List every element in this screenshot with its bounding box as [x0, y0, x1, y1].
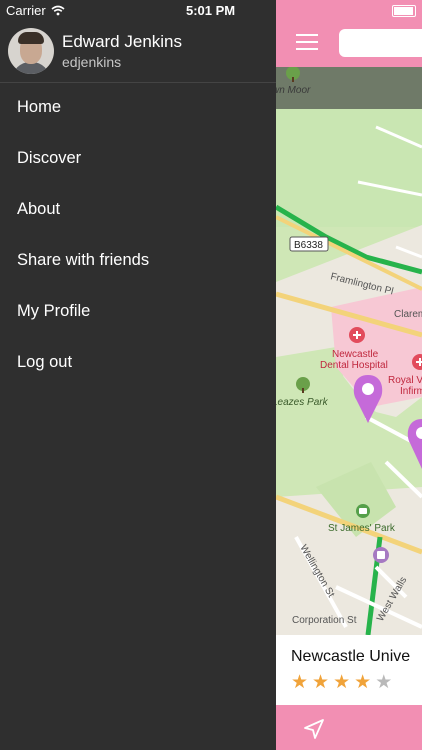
battery-icon [392, 5, 416, 17]
main-view: wn Moor B6338 Framlington Pl Claremo New… [276, 0, 422, 750]
hamburger-menu-icon[interactable] [296, 34, 318, 50]
menu-item-share[interactable]: Share with friends [0, 235, 276, 286]
menu-item-label: Share with friends [17, 251, 150, 269]
menu-item-label: My Profile [17, 302, 91, 320]
side-drawer: Edward Jenkins edjenkins Home Discover A… [0, 0, 276, 750]
map-label-royal-1: Royal V [388, 375, 422, 386]
avatar-hair [18, 32, 44, 44]
metro-icon [373, 547, 389, 563]
menu-item-log-out[interactable]: Log out [0, 337, 276, 388]
carrier-label: Carrier [6, 3, 46, 18]
map-label-moor: wn Moor [276, 85, 311, 96]
status-bar: Carrier 5:01 PM [0, 0, 422, 22]
profile-name: Edward Jenkins [62, 32, 183, 51]
map-label-dental-1: Newcastle [332, 349, 379, 360]
carrier-info: Carrier [6, 3, 65, 18]
drawer-menu: Home Discover About Share with friends M… [0, 82, 276, 388]
menu-item-my-profile[interactable]: My Profile [0, 286, 276, 337]
menu-item-label: Home [17, 98, 62, 116]
profile-header[interactable]: Edward Jenkins edjenkins [0, 22, 276, 83]
map-label-corporation: Corporation St [292, 615, 357, 626]
road-badge: B6338 [294, 240, 323, 251]
star-filled-icon: ★ [312, 672, 330, 693]
map-label-dental-2: Dental Hospital [320, 360, 388, 371]
star-filled-icon: ★ [333, 672, 351, 693]
map-label-st-james: St James' Park [328, 523, 396, 534]
menu-item-label: Log out [17, 353, 73, 371]
avatar [8, 28, 54, 74]
map-label-claremont: Claremo [394, 309, 422, 320]
hospital-icon [349, 327, 365, 343]
stadium-icon [356, 504, 370, 518]
menu-item-about[interactable]: About [0, 184, 276, 235]
status-time: 5:01 PM [186, 3, 236, 18]
rating-stars: ★ ★ ★ ★ ★ [291, 673, 392, 692]
place-title: Newcastle Unive [291, 648, 411, 665]
menu-item-discover[interactable]: Discover [0, 133, 276, 184]
map-view[interactable]: wn Moor B6338 Framlington Pl Claremo New… [276, 67, 422, 635]
star-empty-icon: ★ [375, 672, 393, 693]
profile-username: edjenkins [62, 54, 122, 70]
menu-item-label: Discover [17, 149, 82, 167]
menu-item-label: About [17, 200, 61, 218]
location-arrow-icon[interactable] [302, 717, 326, 741]
search-input[interactable] [339, 29, 422, 57]
map-label-leazes: Leazes Park [276, 397, 329, 408]
menu-item-home[interactable]: Home [0, 82, 276, 133]
bottom-toolbar [276, 705, 422, 750]
star-filled-icon: ★ [354, 672, 372, 693]
wifi-icon [51, 5, 65, 16]
star-filled-icon: ★ [291, 672, 309, 693]
map-label-royal-2: Infirm [400, 386, 422, 397]
place-card[interactable]: Newcastle Unive ★ ★ ★ ★ ★ [276, 635, 422, 705]
